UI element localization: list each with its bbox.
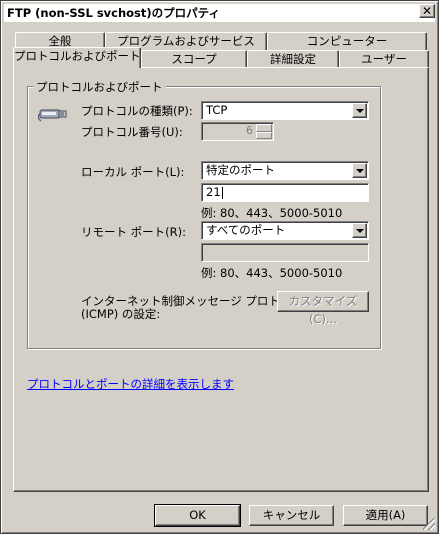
window-title: FTP (non-SSL svchost)のプロパティ bbox=[7, 6, 220, 20]
close-icon: ✕ bbox=[421, 4, 433, 18]
remote-port-select[interactable]: すべてのポート bbox=[201, 221, 369, 240]
apply-button[interactable]: 適用(A) bbox=[343, 505, 428, 526]
protocol-type-select[interactable]: TCP bbox=[201, 101, 369, 120]
protocols-ports-help-link[interactable]: プロトコルとポートの詳細を表示します bbox=[27, 376, 234, 392]
local-port-mode: 特定のポート bbox=[206, 163, 275, 177]
dropdown-arrow-icon[interactable] bbox=[352, 163, 367, 178]
text-caret bbox=[221, 186, 223, 199]
group-legend: プロトコルおよびポート bbox=[33, 79, 166, 95]
icmp-settings-label-line2: (ICMP) の設定: bbox=[81, 307, 161, 321]
ok-button[interactable]: OK bbox=[154, 504, 241, 527]
resize-grip-icon[interactable] bbox=[423, 518, 435, 530]
local-port-hint: 例: 80、443、5000-5010 bbox=[201, 206, 343, 220]
protocol-type-value: TCP bbox=[206, 103, 228, 117]
customize-button: カスタマイズ(C)... bbox=[277, 291, 369, 326]
title-bar[interactable]: FTP (non-SSL svchost)のプロパティ ✕ bbox=[4, 4, 435, 22]
remote-port-mode: すべてのポート bbox=[206, 223, 286, 237]
remote-port-label: リモート ポート(R): bbox=[81, 225, 186, 239]
local-port-label: ローカル ポート(L): bbox=[81, 165, 185, 179]
local-port-input[interactable]: 21 bbox=[201, 183, 369, 202]
remote-port-input bbox=[201, 243, 369, 262]
close-button[interactable]: ✕ bbox=[419, 4, 435, 18]
protocol-number-spinner: 6 bbox=[201, 122, 274, 141]
dropdown-arrow-icon[interactable] bbox=[352, 223, 367, 238]
tab-computers[interactable]: コンピューター bbox=[267, 32, 427, 50]
spinner-buttons bbox=[256, 124, 272, 139]
local-port-select[interactable]: 特定のポート bbox=[201, 161, 369, 180]
protocol-type-label: プロトコルの種類(P): bbox=[81, 104, 193, 118]
tab-protocols-ports[interactable]: プロトコルおよびポート bbox=[13, 47, 141, 68]
cancel-button[interactable]: キャンセル bbox=[249, 505, 334, 526]
dropdown-arrow-icon[interactable] bbox=[352, 103, 367, 118]
remote-port-hint: 例: 80、443、5000-5010 bbox=[201, 266, 343, 280]
tab-advanced[interactable]: 詳細設定 bbox=[247, 50, 339, 68]
protocol-number-label: プロトコル番号(U): bbox=[81, 125, 183, 139]
network-cable-icon bbox=[37, 103, 68, 123]
protocol-number-value: 6 bbox=[246, 124, 253, 137]
local-port-value: 21 bbox=[206, 185, 221, 199]
tab-users[interactable]: ユーザー bbox=[339, 50, 429, 68]
tab-scope[interactable]: スコープ bbox=[141, 50, 247, 68]
properties-dialog: FTP (non-SSL svchost)のプロパティ ✕ 全般 プログラムおよ… bbox=[0, 0, 439, 534]
